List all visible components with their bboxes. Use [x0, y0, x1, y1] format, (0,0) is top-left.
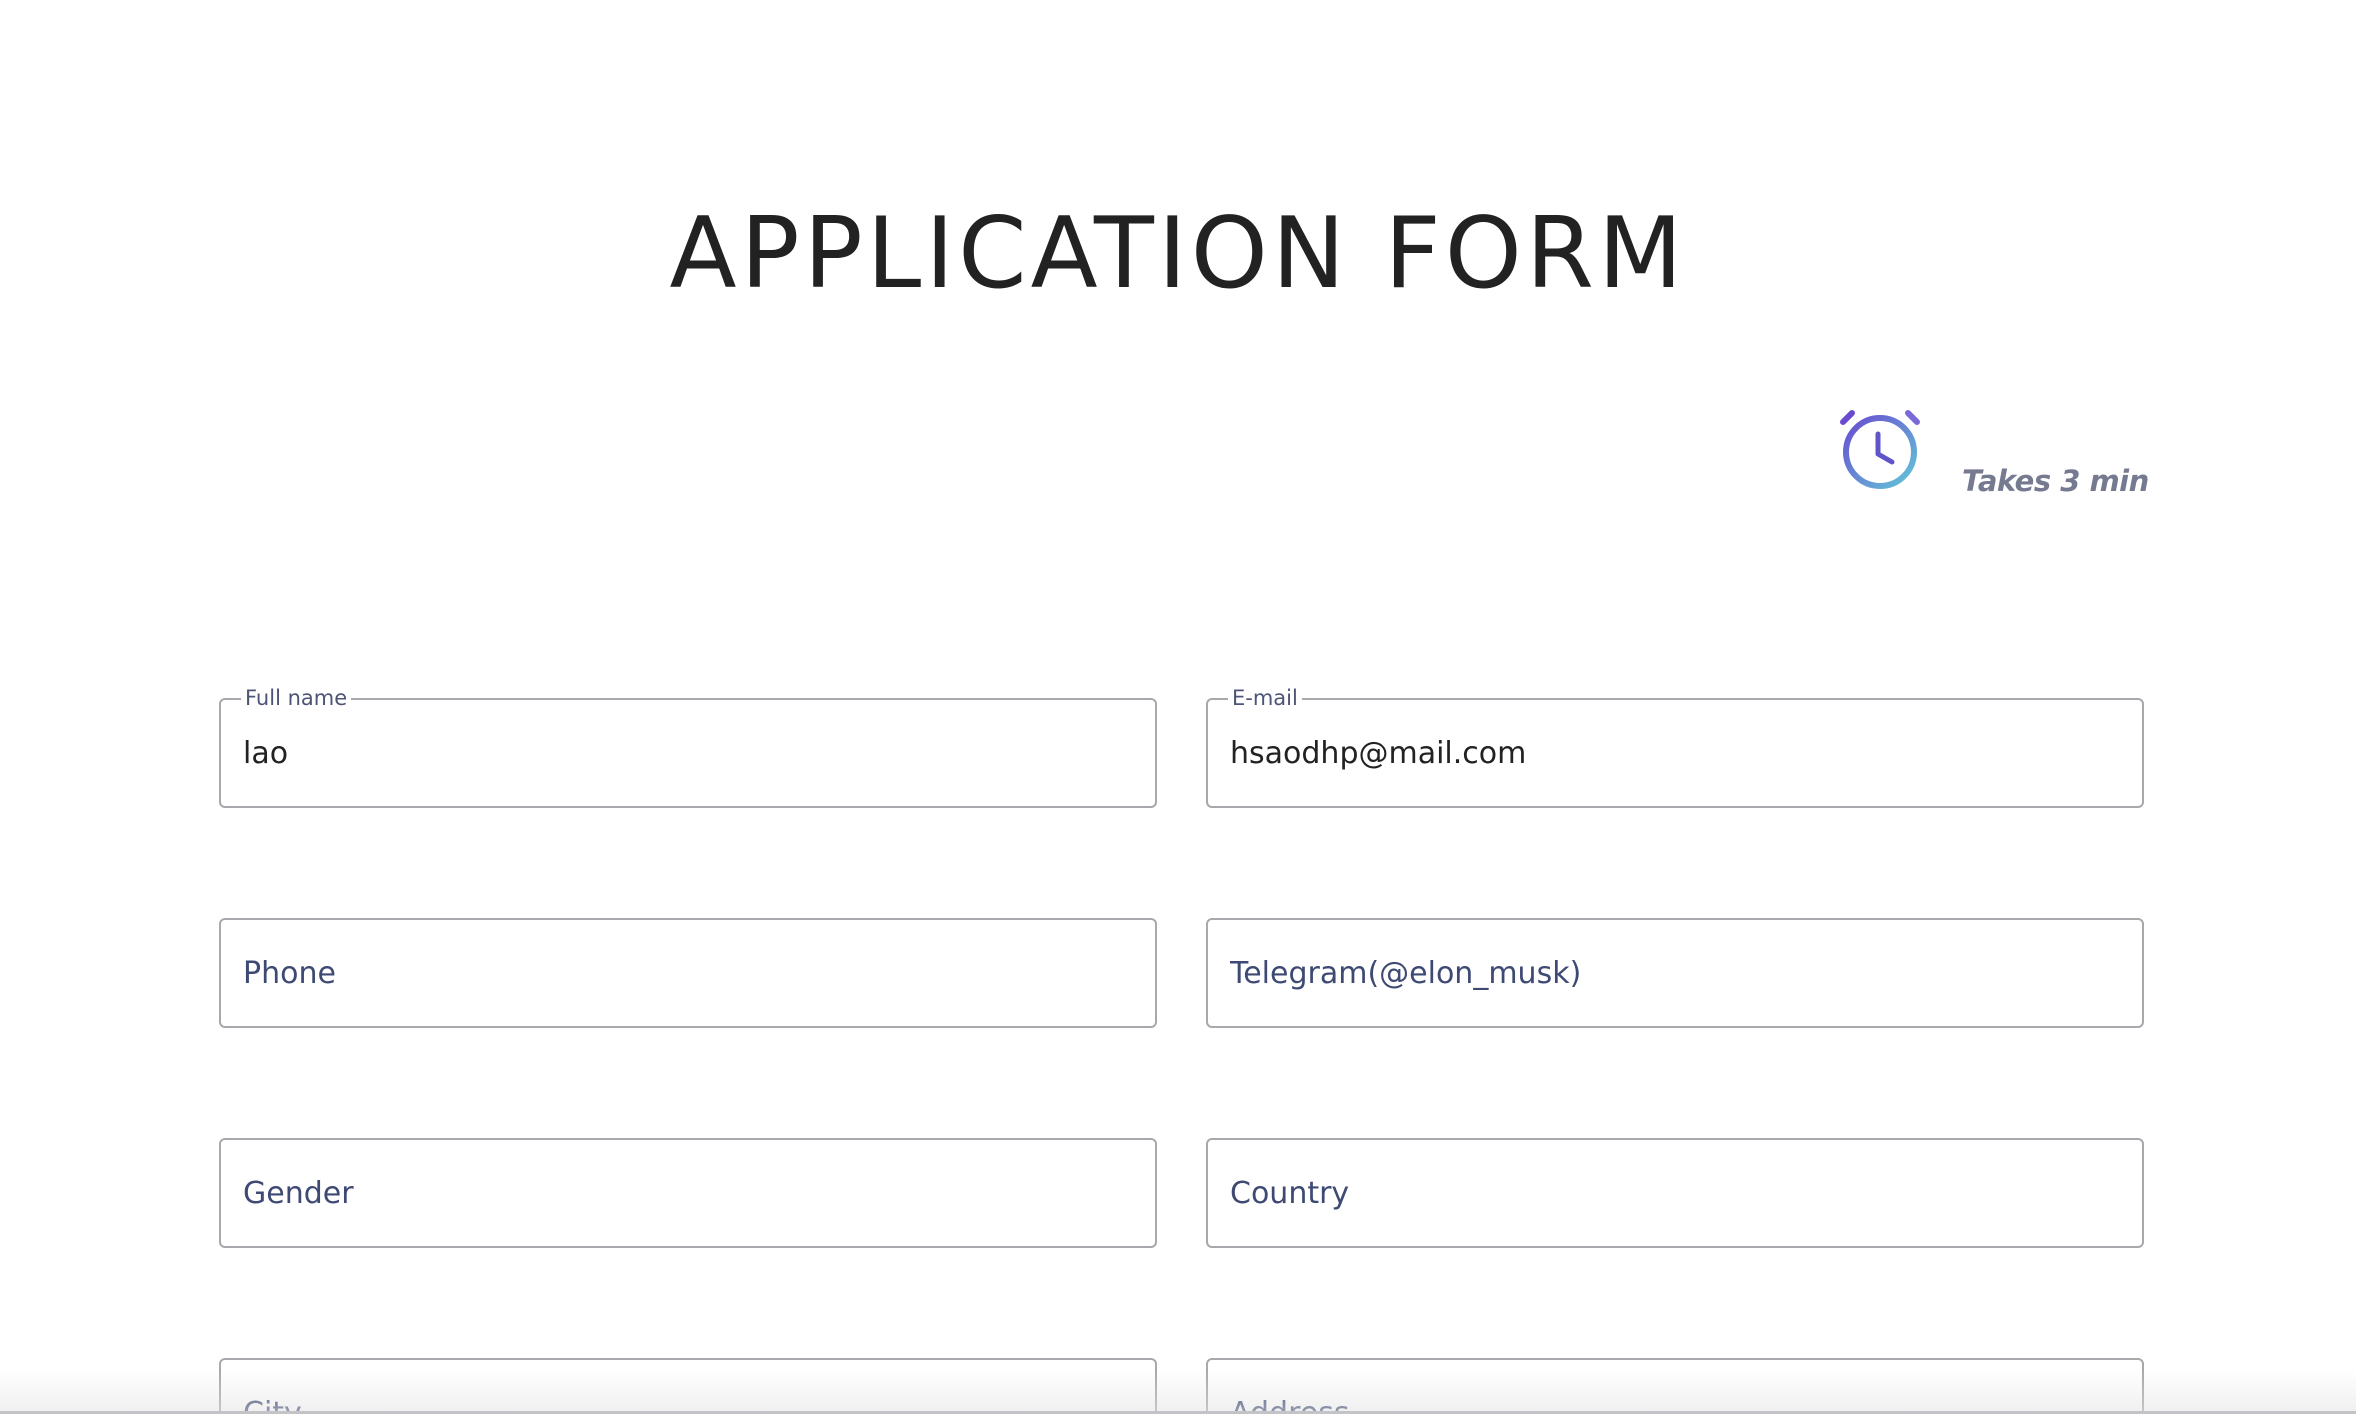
phone-input[interactable] [241, 920, 1135, 1026]
telegram-field[interactable] [1206, 918, 2144, 1028]
country-input[interactable] [1228, 1140, 2122, 1246]
email-field[interactable]: E-mail [1206, 686, 2144, 808]
address-input[interactable] [1228, 1360, 2122, 1414]
application-form-page: APPLICATION FORM Takes 3 min Full name l… [0, 0, 2356, 1414]
phone-field[interactable] [219, 918, 1157, 1028]
time-estimate-text: Takes 3 min [1962, 464, 2149, 498]
alarm-clock-icon [1838, 402, 1922, 494]
gender-field[interactable] [219, 1138, 1157, 1248]
gender-input[interactable] [241, 1140, 1135, 1246]
full-name-input[interactable] [241, 700, 1135, 806]
telegram-input[interactable] [1228, 920, 2122, 1026]
city-field[interactable] [219, 1358, 1157, 1414]
time-estimate: Takes 3 min [1838, 402, 2149, 502]
full-name-field[interactable]: Full name [219, 686, 1157, 808]
email-input[interactable] [1228, 700, 2122, 806]
address-field[interactable] [1206, 1358, 2144, 1414]
country-field[interactable] [1206, 1138, 2144, 1248]
page-title: APPLICATION FORM [669, 197, 1687, 311]
city-input[interactable] [241, 1360, 1135, 1414]
